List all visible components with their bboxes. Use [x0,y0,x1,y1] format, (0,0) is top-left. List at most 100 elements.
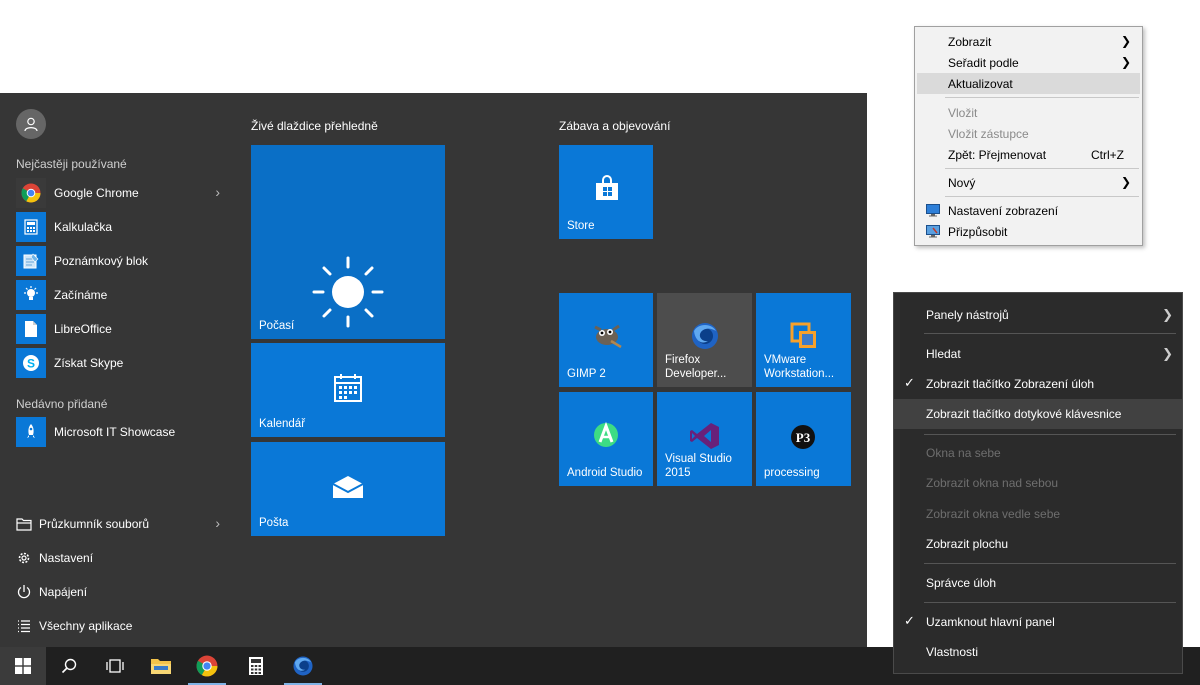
menu-item-hledat[interactable]: Hledat ❯ [894,339,1182,369]
menu-item-label: Vložit [948,106,978,120]
menu-item-label: Zobrazit [948,35,992,49]
menu-item-zobrazit-tlacitko-zobrazeni-uloh[interactable]: ✓ Zobrazit tlačítko Zobrazení úloh [894,369,1182,399]
tile-android-studio[interactable]: Android Studio [559,392,653,486]
tile-label-line2: Workstation... [764,368,835,380]
list-icon [16,618,32,634]
tile-firefox-developer[interactable]: Firefox Developer... [657,293,752,387]
folder-icon [16,516,32,532]
menu-item-label: Správce úloh [926,576,997,590]
tile-label: Firefox Developer... [665,353,726,381]
checkmark-icon: ✓ [904,613,915,628]
system-item-all-apps[interactable]: Všechny aplikace [16,614,226,638]
menu-item-zobrazit-tlacitko-dotykove-klavesnice[interactable]: Zobrazit tlačítko dotykové klávesnice [894,399,1182,429]
recent-heading: Nedávno přidané [16,397,108,411]
app-item-libreoffice[interactable]: LibreOffice [16,313,226,345]
search-button[interactable] [46,647,92,685]
menu-item-vlozit: Vložit [917,102,1140,123]
app-item-microsoft-it-showcase[interactable]: Microsoft IT Showcase [16,416,226,448]
menu-item-label: Vložit zástupce [948,127,1029,141]
chevron-right-icon[interactable]: › [215,515,220,531]
menu-item-nastaveni-zobrazeni[interactable]: Nastavení zobrazení [917,200,1140,221]
menu-item-uzamknout-hlavni-panel[interactable]: ✓ Uzamknout hlavní panel [894,607,1182,637]
app-item-ziskat-skype[interactable]: S Získat Skype [16,347,226,379]
menu-item-label: Zobrazit tlačítko Zobrazení úloh [926,377,1095,391]
menu-separator [945,168,1139,169]
lightbulb-icon [16,280,46,310]
menu-item-label: Okna na sebe [926,446,1001,460]
app-label: Microsoft IT Showcase [54,425,176,439]
tile-mail[interactable]: Pošta [251,442,445,536]
user-avatar[interactable] [16,109,46,139]
store-bag-icon [596,175,618,200]
menu-item-label: Uzamknout hlavní panel [926,615,1055,629]
menu-item-aktualizovat[interactable]: Aktualizovat [917,73,1140,94]
menu-item-spravce-uloh[interactable]: Správce úloh [894,568,1182,598]
menu-separator [945,97,1139,98]
menu-item-seradit-podle[interactable]: Seřadit podle ❯ [917,52,1140,73]
weather-sun-graphic [312,256,384,328]
search-icon [61,658,77,674]
system-item-file-explorer[interactable]: Průzkumník souborů › [16,512,226,536]
menu-item-zobrazit[interactable]: Zobrazit ❯ [917,31,1140,52]
start-button[interactable] [0,647,46,685]
menu-item-label: Zobrazit tlačítko dotykové klávesnice [926,407,1122,421]
menu-item-vlastnosti[interactable]: Vlastnosti [894,637,1182,667]
tile-label: Android Studio [567,467,643,479]
menu-separator [924,434,1176,435]
app-label: Získat Skype [54,356,124,370]
menu-item-prizpusobit[interactable]: Přizpůsobit [917,221,1140,242]
menu-separator [924,602,1176,603]
menu-item-zobrazit-plochu[interactable]: Zobrazit plochu [894,529,1182,559]
user-icon [24,117,38,132]
task-view-button[interactable] [92,647,138,685]
system-label: Všechny aplikace [39,619,133,633]
task-view-icon [106,659,124,673]
app-item-poznamkovy-blok[interactable]: Poznámkový blok [16,245,226,277]
tile-label: Store [567,220,595,232]
tile-vmware-workstation[interactable]: VMware Workstation... [756,293,851,387]
tile-visual-studio-2015[interactable]: Visual Studio 2015 [657,392,752,486]
tile-store[interactable]: Store [559,145,653,239]
tile-label: GIMP 2 [567,368,606,380]
app-item-google-chrome[interactable]: Google Chrome › [16,177,226,209]
display-settings-icon [926,204,940,217]
menu-item-zpet-prejmenovat[interactable]: Zpět: Přejmenovat Ctrl+Z [917,144,1140,165]
chevron-right-icon[interactable]: › [215,184,220,200]
most-used-heading: Nejčastěji používané [16,157,127,171]
system-label: Napájení [39,585,88,599]
menu-item-label: Zpět: Přejmenovat [948,148,1047,162]
tile-gimp[interactable]: GIMP 2 [559,293,653,387]
tile-weather[interactable]: Počasí [251,145,445,339]
system-label: Nastavení [39,551,94,565]
system-label: Průzkumník souborů [39,517,150,531]
tile-label-line1: Firefox [665,354,701,366]
system-item-settings[interactable]: Nastavení [16,546,226,570]
taskbar-chrome[interactable] [184,647,230,685]
taskbar-file-explorer[interactable] [138,647,184,685]
calculator-icon [249,657,263,675]
tile-label: VMware Workstation... [764,353,834,381]
taskbar-firefox-developer[interactable] [280,647,326,685]
menu-item-okna-na-sebe: Okna na sebe [894,438,1182,468]
menu-item-panely-nastroju[interactable]: Panely nástrojů ❯ [894,300,1182,330]
tile-group-title-live[interactable]: Živé dlaždice přehledně [251,119,378,133]
processing-icon: P3 [791,425,815,449]
menu-item-label: Zobrazit plochu [926,537,1009,551]
tile-calendar[interactable]: Kalendář [251,343,445,437]
menu-item-novy[interactable]: Nový ❯ [917,172,1140,193]
app-item-zaciname[interactable]: Začínáme [16,279,226,311]
chevron-right-icon: ❯ [1120,175,1131,189]
tile-processing[interactable]: P3 processing [756,392,851,486]
menu-item-label: Zobrazit okna nad sebou [926,476,1059,490]
start-menu: Nejčastěji používané Google Chrome › Kal… [0,93,867,648]
tile-label: Pošta [259,517,289,529]
menu-item-label: Vlastnosti [926,645,979,659]
personalize-icon [926,225,940,238]
tile-label-line1: Visual Studio [665,453,732,465]
system-item-power[interactable]: Napájení [16,580,226,604]
taskbar-calculator[interactable] [233,647,279,685]
app-item-kalkulacka[interactable]: Kalkulačka [16,211,226,243]
tile-group-title-entertainment[interactable]: Zábava a objevování [559,119,670,133]
rocket-icon [16,417,46,447]
calendar-icon [334,374,362,402]
